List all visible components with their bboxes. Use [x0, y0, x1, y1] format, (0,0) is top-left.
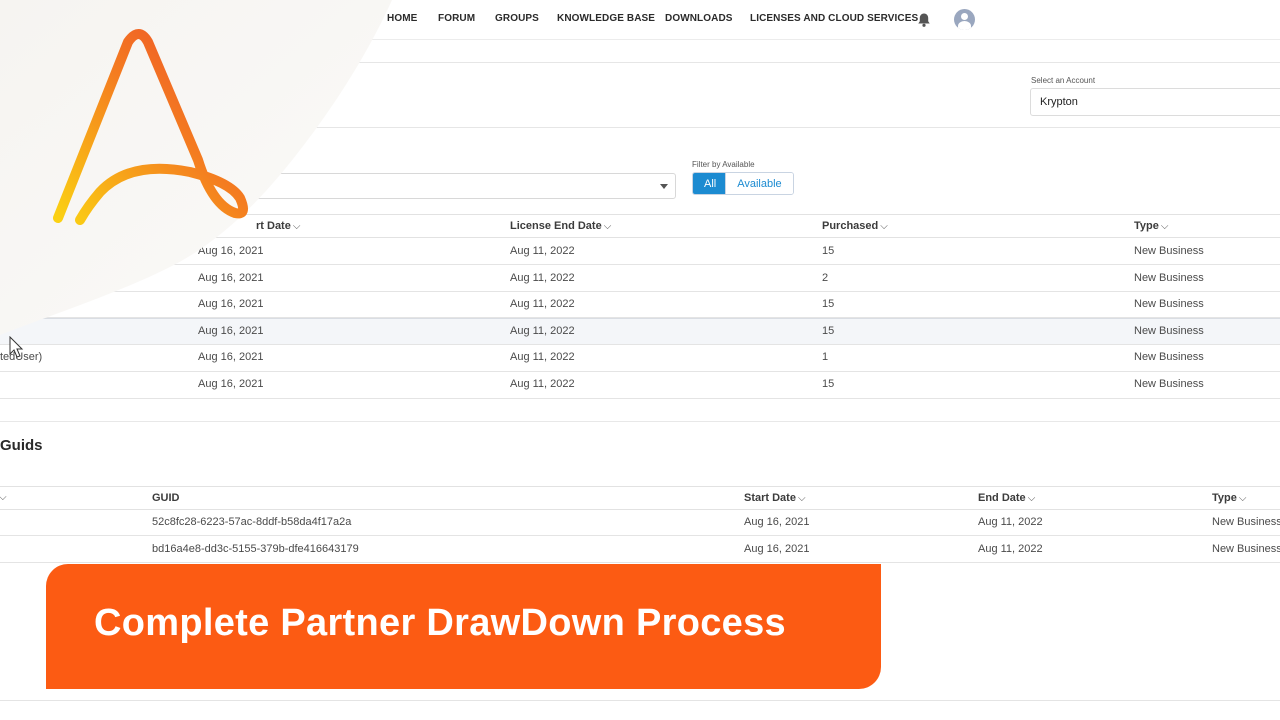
filter-available-label: Filter by Available — [692, 160, 755, 169]
guids-table-header: ⌵ GUID Start Date ⌵ End Date ⌵ Type ⌵ — [0, 486, 1280, 510]
table-row[interactable]: 52c8fc28-6223-57ac-8ddf-b58da4f17a2a Aug… — [0, 510, 1280, 536]
automation-anywhere-logo-icon — [53, 29, 249, 225]
filter-available-button[interactable]: Available — [725, 173, 793, 194]
column-guid[interactable]: GUID — [152, 492, 180, 504]
banner-title: Complete Partner DrawDown Process — [94, 602, 786, 644]
user-avatar-icon[interactable] — [954, 9, 975, 30]
table-row[interactable]: bd16a4e8-dd3c-5155-379b-dfe416643179 Aug… — [0, 536, 1280, 563]
nav-downloads[interactable]: DOWNLOADS — [665, 13, 733, 24]
account-select-label: Select an Account — [1031, 76, 1096, 85]
column-type[interactable]: Type ⌵ — [1212, 492, 1246, 504]
guids-section-title: Guids — [0, 437, 43, 454]
bell-icon[interactable] — [917, 12, 931, 28]
column-end-date[interactable]: End Date ⌵ — [978, 492, 1035, 504]
nav-licenses-cloud-services[interactable]: LICENSES AND CLOUD SERVICES — [750, 13, 918, 24]
chevron-down-icon — [660, 184, 668, 189]
column-license-end-date[interactable]: License End Date ⌵ — [510, 220, 611, 232]
nav-forum[interactable]: FORUM — [438, 13, 475, 24]
section-divider — [0, 421, 1280, 422]
column-type[interactable]: Type ⌵ — [1134, 220, 1168, 232]
nav-knowledge-base[interactable]: KNOWLEDGE BASE — [557, 13, 655, 24]
account-select[interactable]: Krypton — [1030, 88, 1280, 116]
bottom-divider — [0, 700, 1280, 701]
table-row[interactable]: Aug 16, 2021 Aug 11, 2022 15 New Busines… — [0, 372, 1280, 399]
filter-all-button[interactable]: All — [693, 173, 726, 194]
column-start-date[interactable]: Start Date ⌵ — [744, 492, 806, 504]
availability-toggle: All Available — [692, 172, 794, 195]
column-purchased[interactable]: Purchased ⌵ — [822, 220, 888, 232]
nav-groups[interactable]: GROUPS — [495, 13, 539, 24]
column-sort-chevron[interactable]: ⌵ — [0, 491, 7, 503]
